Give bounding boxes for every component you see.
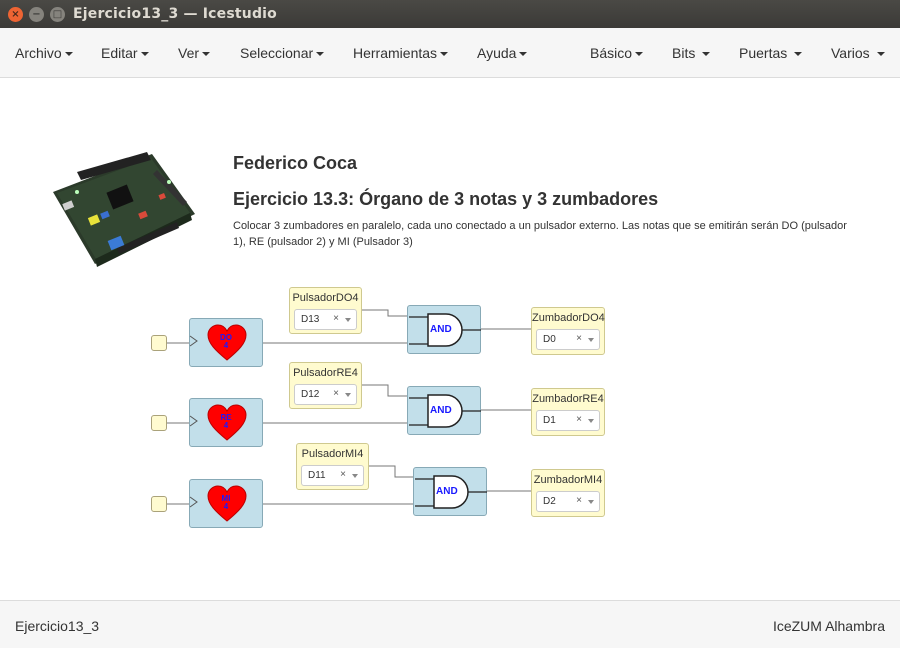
- pin-select[interactable]: D1 ×: [536, 410, 600, 431]
- note-label: MI 4: [190, 495, 262, 511]
- note-label: RE 4: [190, 414, 262, 430]
- note-label: DO 4: [190, 334, 262, 350]
- pin-name: PulsadorDO4: [292, 292, 359, 304]
- project-name: Ejercicio13_3: [15, 618, 100, 634]
- note-octave: 4: [223, 341, 229, 350]
- note-block-re[interactable]: RE 4: [189, 398, 263, 447]
- chevron-down-icon[interactable]: [345, 393, 351, 397]
- clear-icon[interactable]: ×: [340, 469, 346, 480]
- input-port[interactable]: [151, 415, 167, 431]
- output-pin-do[interactable]: ZumbadorDO4 D0 ×: [531, 307, 605, 355]
- chevron-down-icon[interactable]: [588, 419, 594, 423]
- pin-name: PulsadorMI4: [301, 448, 364, 460]
- gate-label: AND: [430, 324, 452, 335]
- pin-value: D11: [308, 470, 326, 481]
- and-gate-block[interactable]: AND: [413, 467, 487, 516]
- note-octave: 4: [223, 502, 229, 511]
- pin-select[interactable]: D12 ×: [294, 384, 357, 405]
- clear-icon[interactable]: ×: [576, 414, 582, 425]
- note-octave: 4: [223, 421, 229, 430]
- chevron-down-icon[interactable]: [352, 474, 358, 478]
- pin-select[interactable]: D11 ×: [301, 465, 364, 486]
- pin-select[interactable]: D13 ×: [294, 309, 357, 330]
- chevron-down-icon[interactable]: [345, 318, 351, 322]
- note-block-mi[interactable]: MI 4: [189, 479, 263, 528]
- status-bar: Ejercicio13_3 IceZUM Alhambra: [0, 600, 900, 648]
- pin-select[interactable]: D0 ×: [536, 329, 600, 350]
- pin-value: D13: [301, 314, 320, 325]
- clear-icon[interactable]: ×: [333, 388, 339, 399]
- pin-name: ZumbadorDO4: [532, 312, 605, 324]
- pin-name: PulsadorRE4: [293, 367, 358, 379]
- input-port[interactable]: [151, 335, 167, 351]
- pin-name: ZumbadorMI4: [533, 474, 603, 486]
- input-pin-do[interactable]: PulsadorDO4 D13 ×: [289, 287, 362, 334]
- input-pin-mi[interactable]: PulsadorMI4 D11 ×: [296, 443, 369, 490]
- clear-icon[interactable]: ×: [333, 313, 339, 324]
- clear-icon[interactable]: ×: [576, 333, 582, 344]
- pin-value: D1: [543, 415, 556, 426]
- clear-icon[interactable]: ×: [576, 495, 582, 506]
- pin-select[interactable]: D2 ×: [536, 491, 600, 512]
- note-block-do[interactable]: DO 4: [189, 318, 263, 367]
- input-port[interactable]: [151, 496, 167, 512]
- and-gate-block[interactable]: AND: [407, 305, 481, 354]
- gate-label: AND: [436, 486, 458, 497]
- input-pin-re[interactable]: PulsadorRE4 D12 ×: [289, 362, 362, 409]
- pin-name: ZumbadorRE4: [532, 393, 604, 405]
- board-name[interactable]: IceZUM Alhambra: [773, 618, 885, 634]
- output-pin-re[interactable]: ZumbadorRE4 D1 ×: [531, 388, 605, 436]
- pin-value: D12: [301, 389, 320, 400]
- pin-value: D2: [543, 496, 556, 507]
- chevron-down-icon[interactable]: [588, 338, 594, 342]
- pin-value: D0: [543, 334, 556, 345]
- and-gate-block[interactable]: AND: [407, 386, 481, 435]
- chevron-down-icon[interactable]: [588, 500, 594, 504]
- gate-label: AND: [430, 405, 452, 416]
- output-pin-mi[interactable]: ZumbadorMI4 D2 ×: [531, 469, 605, 517]
